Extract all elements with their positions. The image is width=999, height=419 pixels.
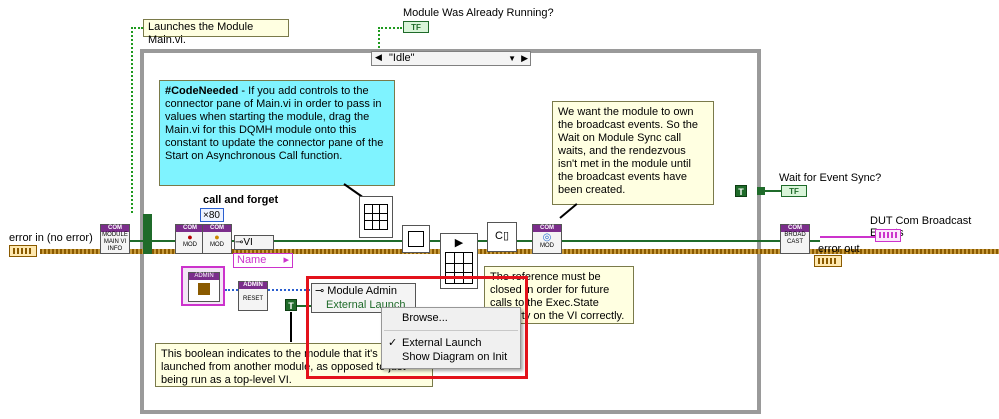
mod-b-icon: ●: [214, 232, 220, 242]
launches-note-text: Launches the Module Main.vi.: [148, 21, 254, 46]
name-property-field[interactable]: Name ▸: [233, 253, 293, 268]
menu-item-label: Browse...: [402, 312, 448, 324]
module-main-vi-info-node[interactable]: COM MODULE MAIN VI INFO: [100, 224, 130, 254]
window-icon: [408, 231, 424, 247]
case-next-icon[interactable]: ▶: [521, 52, 528, 65]
node-line: RESET: [242, 296, 263, 302]
node-line: MODULE: [102, 232, 128, 238]
close-reference-node[interactable]: C▯: [487, 222, 517, 252]
launches-note: Launches the Module Main.vi.: [143, 19, 289, 46]
mod-a-icon: ●: [187, 232, 193, 242]
context-menu[interactable]: Browse... ✓ External Launch Show Diagram…: [381, 307, 521, 369]
menu-item-show-diagram[interactable]: Show Diagram on Init: [382, 348, 520, 366]
case-selector-label: "Idle": [389, 52, 415, 64]
tunnel-right: [757, 187, 765, 195]
mod-node-a[interactable]: COM ● MOD: [175, 224, 205, 254]
event-sync-wire: [763, 190, 783, 192]
broadcast-events-note: We want the module to own the broadcast …: [552, 101, 714, 205]
vi-node-label: VI: [243, 237, 253, 248]
dut-broadcast-indicator[interactable]: [875, 229, 901, 242]
node-line: INFO: [107, 246, 123, 252]
numeric-80-constant[interactable]: ×80: [200, 208, 224, 222]
node-hdr: ADMIN: [239, 282, 267, 289]
node-hdr: COM: [203, 225, 231, 232]
sync-icon: ◎: [542, 232, 552, 243]
node-line: MOD: [540, 243, 554, 249]
node-line: MAIN VI: [103, 239, 127, 245]
admin-reset-node[interactable]: ADMIN RESET: [238, 281, 268, 311]
module-running-label: Module Was Already Running?: [403, 7, 554, 19]
admin-icon: ADMIN: [188, 272, 220, 302]
vi-property-node[interactable]: ⊸VI: [234, 235, 274, 250]
code-needed-heading: #CodeNeeded: [165, 85, 239, 97]
mod-node-b[interactable]: COM ● MOD: [202, 224, 232, 254]
case-prev-icon[interactable]: ◀: [375, 52, 382, 63]
launch-wire-top: [131, 27, 143, 29]
running-wire-top: [378, 27, 402, 29]
call-and-forget-label: call and forget: [203, 194, 279, 206]
name-field-label: Name: [237, 254, 267, 266]
case-selector[interactable]: ◀ "Idle" ▼ ▶: [371, 51, 531, 66]
event-icon: [879, 232, 897, 238]
boolean-note-arrow: [290, 312, 292, 342]
error-in-label: error in (no error): [9, 232, 93, 244]
node-hdr: COM: [101, 225, 129, 232]
error-out-indicator[interactable]: [814, 255, 842, 267]
dropdown-icon: ▸: [283, 254, 289, 266]
error-out-label: error out: [818, 243, 860, 255]
admin-class-constant[interactable]: ADMIN: [181, 266, 225, 306]
error-in-terminal[interactable]: [9, 245, 37, 257]
open-vi-ref-node[interactable]: [402, 225, 430, 253]
module-running-indicator[interactable]: TF: [403, 21, 429, 33]
node-line: MOD: [210, 242, 224, 248]
broadcast-events-node[interactable]: COM BROAD CAST: [780, 224, 810, 254]
code-needed-note: #CodeNeeded - If you add controls to the…: [159, 80, 395, 186]
box-icon: [198, 283, 210, 295]
menu-item-browse[interactable]: Browse...: [382, 309, 520, 327]
case-dropdown-icon[interactable]: ▼: [508, 52, 516, 65]
broadcast-events-note-text: We want the module to own the broadcast …: [558, 106, 699, 196]
strict-vi-ref-constant[interactable]: [359, 196, 393, 238]
node-hdr: COM: [533, 225, 561, 232]
wait-event-sync-label: Wait for Event Sync?: [779, 172, 882, 184]
wait-event-sync-indicator[interactable]: TF: [781, 185, 807, 197]
node-line: MOD: [183, 242, 197, 248]
grid-icon: [364, 204, 388, 230]
wait-on-module-sync-node[interactable]: COM ◎ MOD: [532, 224, 562, 254]
numeric-80-value: 80: [208, 210, 220, 221]
node-hdr: COM: [781, 225, 809, 232]
run-arrow-icon: ▶: [454, 237, 464, 249]
broadcast-events-wire: [820, 236, 875, 238]
admin-icon-hdr: ADMIN: [189, 273, 219, 280]
error-icon: [818, 258, 838, 264]
tunnel-left: [143, 214, 152, 254]
node-line: CAST: [786, 239, 803, 245]
menu-separator: [384, 330, 518, 331]
node-hdr: COM: [176, 225, 204, 232]
true-constant-event-sync[interactable]: T: [735, 185, 747, 197]
menu-item-label: Show Diagram on Init: [402, 351, 508, 363]
node-line: BROAD: [784, 232, 806, 238]
launch-wire-vertical: [131, 27, 133, 213]
true-constant-boolean[interactable]: T: [285, 299, 297, 311]
